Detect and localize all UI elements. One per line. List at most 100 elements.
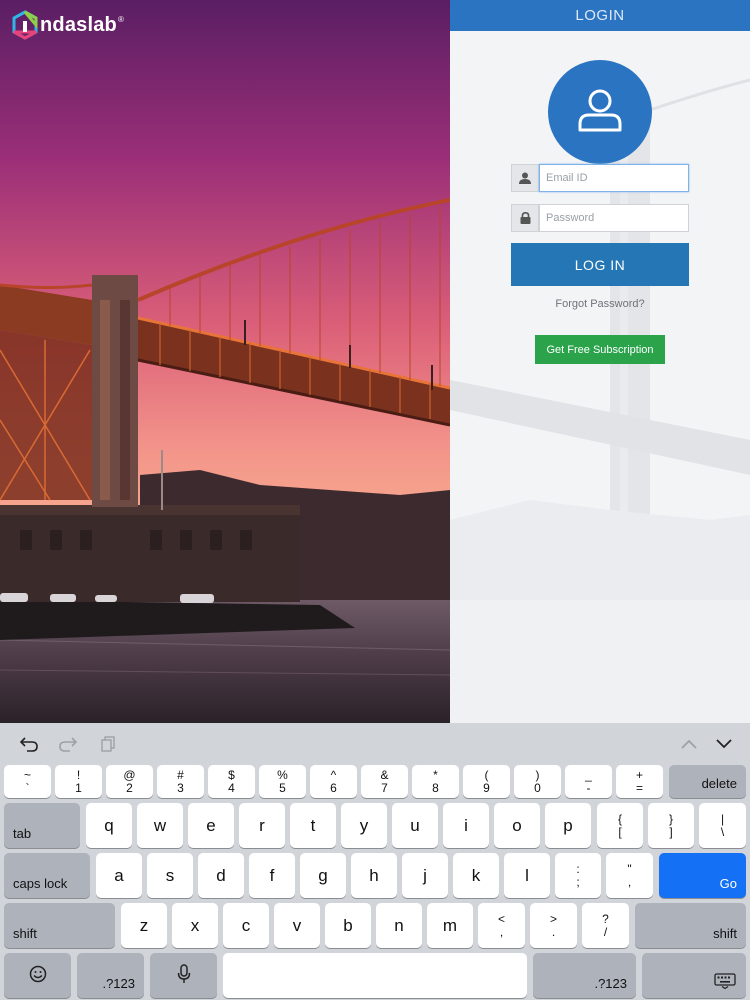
key-equals[interactable]: + = — [616, 765, 663, 798]
forgot-password-link[interactable]: Forgot Password? — [450, 298, 750, 310]
key-1[interactable]: ! 1 — [55, 765, 102, 798]
key-t[interactable]: t — [290, 803, 336, 848]
emoji-icon — [29, 965, 47, 986]
key-j[interactable]: j — [402, 853, 448, 898]
key-bottom: 2 — [126, 780, 133, 795]
key-6[interactable]: ^ 6 — [310, 765, 357, 798]
key-bottom: 1 — [75, 780, 82, 795]
key-bottom: 5 — [279, 780, 286, 795]
key-bottom: 7 — [381, 780, 388, 795]
key-top: | — [720, 811, 725, 826]
emoji-key[interactable] — [4, 953, 71, 998]
key-bottom: - — [586, 780, 591, 795]
key-n[interactable]: n — [376, 903, 422, 948]
shift-label: shift — [713, 926, 737, 941]
numbers-switch-right-key[interactable]: .?123 — [533, 953, 636, 998]
key-minus[interactable]: _ - — [565, 765, 612, 798]
key-question[interactable]: ? / — [582, 903, 629, 948]
key-4[interactable]: $4 — [208, 765, 255, 798]
key-q[interactable]: q — [86, 803, 132, 848]
key-quote[interactable]: ", — [606, 853, 653, 898]
key-s[interactable]: s — [147, 853, 193, 898]
key-w[interactable]: w — [137, 803, 183, 848]
caps-lock-label: caps lock — [13, 876, 68, 891]
key-k[interactable]: k — [453, 853, 499, 898]
user-icon — [574, 84, 626, 141]
key-bracket-left[interactable]: {[ — [597, 803, 643, 848]
key-r[interactable]: r — [239, 803, 285, 848]
get-free-subscription-button[interactable]: Get Free Subscription — [535, 335, 665, 364]
key-greater-than[interactable]: >. — [530, 903, 577, 948]
login-panel: LOGIN LOG IN Forgot Password? Get Free S — [450, 0, 750, 723]
key-bottom: ; — [576, 874, 580, 889]
registered-mark: ® — [117, 14, 124, 24]
key-less-than[interactable]: <, — [478, 903, 525, 948]
dictation-key[interactable] — [150, 953, 217, 998]
key-top: $ — [228, 767, 235, 782]
key-0[interactable]: ) 0 — [514, 765, 561, 798]
key-top: % — [277, 767, 288, 782]
key-tilde[interactable]: ~ ` — [4, 765, 51, 798]
key-bottom: , — [499, 924, 504, 939]
login-button[interactable]: LOG IN — [511, 243, 689, 286]
key-top: < — [497, 911, 505, 926]
on-screen-keyboard: ~ ` ! 1 @2 #3 $4 % 5 ^ 6 & 7 * 8 (9 ) 0 _ - + = d… — [0, 723, 750, 1000]
key-o[interactable]: o — [494, 803, 540, 848]
key-y[interactable]: y — [341, 803, 387, 848]
key-2[interactable]: @2 — [106, 765, 153, 798]
key-l[interactable]: l — [504, 853, 550, 898]
key-top: & — [380, 767, 389, 782]
key-7[interactable]: & 7 — [361, 765, 408, 798]
key-top: { — [617, 811, 622, 826]
paste-icon[interactable] — [96, 733, 120, 755]
lock-icon — [511, 204, 539, 232]
key-top: + — [635, 767, 643, 782]
undo-icon[interactable] — [17, 733, 41, 755]
chevron-up-icon[interactable] — [677, 733, 701, 755]
key-b[interactable]: b — [325, 903, 371, 948]
go-key[interactable]: Go — [659, 853, 746, 898]
password-input[interactable] — [539, 204, 689, 232]
key-top: ( — [484, 767, 489, 782]
email-input[interactable] — [539, 164, 689, 192]
caps-lock-key[interactable]: caps lock — [4, 853, 90, 898]
key-v[interactable]: v — [274, 903, 320, 948]
key-8[interactable]: * 8 — [412, 765, 459, 798]
tab-key[interactable]: tab — [4, 803, 80, 848]
key-h[interactable]: h — [351, 853, 397, 898]
key-bottom: ` — [25, 780, 30, 795]
key-m[interactable]: m — [427, 903, 473, 948]
key-bottom: 4 — [228, 780, 235, 795]
redo-icon[interactable] — [56, 733, 80, 755]
key-e[interactable]: e — [188, 803, 234, 848]
key-c[interactable]: c — [223, 903, 269, 948]
key-9[interactable]: (9 — [463, 765, 510, 798]
chevron-down-icon[interactable] — [712, 733, 736, 755]
key-d[interactable]: d — [198, 853, 244, 898]
shift-right-key[interactable]: shift — [635, 903, 746, 948]
key-u[interactable]: u — [392, 803, 438, 848]
key-x[interactable]: x — [172, 903, 218, 948]
key-p[interactable]: p — [545, 803, 591, 848]
key-f[interactable]: f — [249, 853, 295, 898]
tab-label: tab — [13, 826, 32, 841]
space-bar[interactable] — [223, 953, 527, 998]
key-i[interactable]: i — [443, 803, 489, 848]
password-field-group — [511, 204, 689, 232]
key-3[interactable]: #3 — [157, 765, 204, 798]
key-semicolon[interactable]: :; — [555, 853, 601, 898]
key-backslash[interactable]: | \ — [699, 803, 746, 848]
key-bottom: = — [635, 780, 643, 795]
key-5[interactable]: % 5 — [259, 765, 306, 798]
numbers-switch-left-key[interactable]: .?123 — [77, 953, 144, 998]
shift-left-key[interactable]: shift — [4, 903, 115, 948]
key-z[interactable]: z — [121, 903, 167, 948]
key-bracket-right[interactable]: }] — [648, 803, 694, 848]
delete-key[interactable]: delete — [669, 765, 746, 798]
key-a[interactable]: a — [96, 853, 142, 898]
key-g[interactable]: g — [300, 853, 346, 898]
keyboard-hide-icon — [714, 973, 736, 992]
hide-keyboard-key[interactable] — [642, 953, 746, 998]
key-bottom: 6 — [330, 780, 337, 795]
person-icon — [511, 164, 539, 192]
